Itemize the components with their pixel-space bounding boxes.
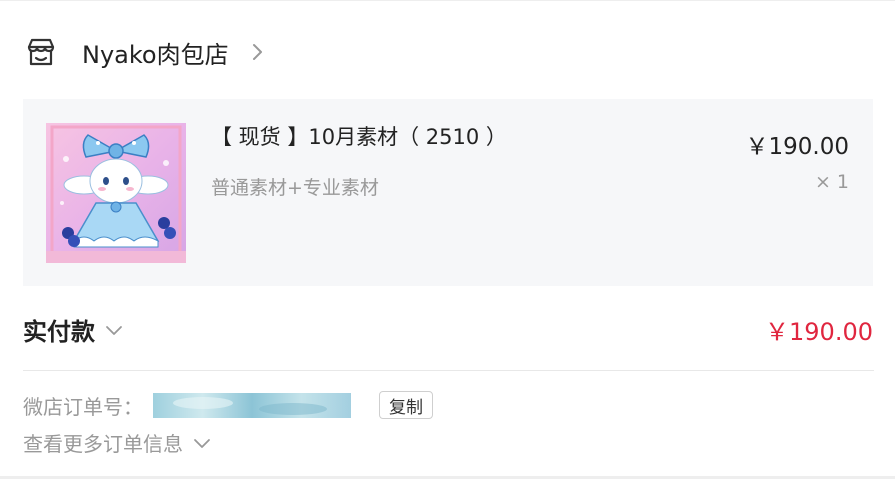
section-divider: [23, 370, 874, 371]
paid-label: 实付款: [23, 318, 95, 346]
chevron-right-icon: [247, 42, 267, 62]
product-price: ￥190.00: [745, 134, 849, 160]
storefront-icon: [24, 35, 58, 69]
shop-header[interactable]: Nyako肉包店: [24, 32, 267, 72]
chevron-down-icon: [103, 319, 125, 341]
top-divider: [0, 0, 895, 1]
shop-name[interactable]: Nyako肉包店: [82, 35, 229, 70]
paid-amount-toggle[interactable]: 实付款: [23, 312, 125, 347]
chevron-down-icon: [191, 432, 213, 454]
order-number-row: 微店订单号： 复制: [23, 390, 433, 420]
order-number-label: 微店订单号：: [23, 394, 143, 419]
more-order-info-label: 查看更多订单信息: [23, 432, 183, 456]
more-order-info-toggle[interactable]: 查看更多订单信息: [23, 428, 213, 457]
paid-amount: ￥190.00: [765, 318, 873, 346]
product-spec: 普通素材+专业素材: [211, 177, 379, 199]
product-quantity: × 1: [814, 171, 849, 193]
order-number-redacted: [153, 392, 351, 418]
product-card[interactable]: 【 现货 】10月素材（ 2510 ） 普通素材+专业素材 ￥190.00 × …: [23, 99, 873, 286]
product-thumbnail[interactable]: [46, 123, 186, 263]
copy-button[interactable]: 复制: [379, 391, 433, 419]
product-title[interactable]: 【 现货 】10月素材（ 2510 ）: [211, 121, 507, 151]
